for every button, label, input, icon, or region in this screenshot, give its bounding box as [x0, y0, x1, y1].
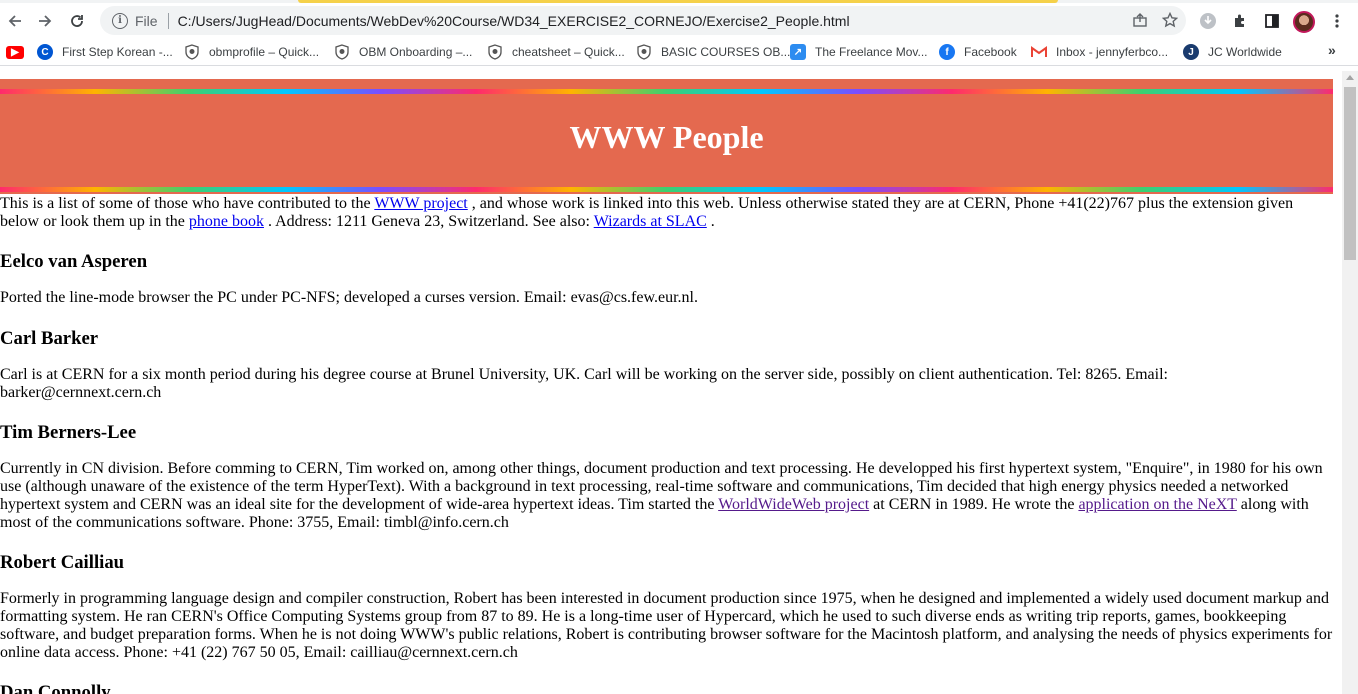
share-icon[interactable] [1132, 12, 1148, 32]
bookmark-youtube[interactable]: ▶ [6, 43, 33, 61]
shield-icon [334, 44, 350, 60]
address-bar[interactable]: i File C:/Users/JugHead/Documents/WebDev… [100, 6, 1186, 35]
facebook-icon: f [939, 44, 955, 60]
coursera-icon: C [37, 44, 53, 60]
page-content: This is a list of some of those who have… [0, 195, 1333, 694]
bookmark-label: First Step Korean -... [62, 45, 173, 59]
url-text[interactable]: C:/Users/JugHead/Documents/WebDev%20Cour… [178, 13, 850, 29]
rainbow-stripe-top [0, 89, 1333, 94]
bookmark-gmail-inbox[interactable]: Inbox - jennyferbco... [1031, 43, 1168, 61]
bookmark-basic-courses[interactable]: BASIC COURSES OB... [636, 43, 790, 61]
bookmark-label: Inbox - jennyferbco... [1056, 45, 1169, 59]
person-name: Tim Berners-Lee [0, 422, 137, 443]
bookmark-label: Facebook [964, 45, 1017, 59]
info-icon[interactable]: i [112, 12, 128, 29]
www-project-link[interactable]: WWW project [374, 195, 467, 212]
person-bio: Ported the line-mode browser the PC unde… [0, 289, 698, 306]
scrollbar-thumb[interactable] [1344, 87, 1356, 260]
title-banner: WWW People [0, 79, 1333, 194]
bookmark-label: The Freelance Mov... [815, 45, 928, 59]
jc-icon: J [1183, 44, 1199, 60]
intro-text: . [706, 213, 715, 230]
more-bookmarks-chevron-icon[interactable]: » [1328, 42, 1336, 58]
person-name: Robert Cailliau [0, 552, 125, 573]
gmail-icon [1031, 44, 1047, 60]
scroll-up-arrow-icon[interactable] [1346, 75, 1354, 80]
bookmark-label: OBM Onboarding –... [359, 45, 473, 59]
bookmark-obmprofile[interactable]: obmprofile – Quick... [184, 43, 319, 61]
person-name: Carl Barker [0, 328, 99, 349]
intro-paragraph: This is a list of some of those who have… [0, 195, 1333, 231]
person-bio: Currently in CN division. Before comming… [0, 460, 1333, 532]
bookmark-jc-worldwide[interactable]: J JC Worldwide [1183, 43, 1282, 61]
bookmarks-bar: ▶ C First Step Korean -... obmprofile – … [0, 38, 1358, 66]
vertical-scrollbar[interactable] [1342, 71, 1358, 694]
page-viewport: WWW People This is a list of some of tho… [0, 71, 1342, 694]
bookmark-cheatsheet[interactable]: cheatsheet – Quick... [487, 43, 625, 61]
shield-icon [184, 44, 200, 60]
bio-text: at CERN in 1989. He wrote the [869, 496, 1079, 513]
scheme-label: File [135, 12, 158, 29]
intro-text: . Address: 1211 Geneva 23, Switzerland. … [263, 213, 594, 230]
reload-icon[interactable] [64, 8, 90, 34]
bookmark-obm-onboarding[interactable]: OBM Onboarding –... [334, 43, 472, 61]
bookmark-star-icon[interactable] [1161, 11, 1179, 32]
kebab-menu-icon[interactable] [1328, 12, 1346, 30]
back-arrow-icon[interactable] [2, 8, 28, 34]
side-panel-icon[interactable] [1263, 12, 1281, 30]
wizards-at-slac-link[interactable]: Wizards at SLAC [594, 213, 707, 230]
intro-text: This is a list of some of those who have… [0, 195, 375, 212]
bookmark-first-step-korean[interactable]: C First Step Korean -... [37, 43, 173, 61]
browser-toolbar: i File C:/Users/JugHead/Documents/WebDev… [0, 3, 1358, 38]
address-separator [167, 12, 169, 29]
person-bio: Carl is at CERN for a six month period d… [0, 366, 1168, 401]
bookmark-label: cheatsheet – Quick... [512, 45, 625, 59]
bookmark-label: JC Worldwide [1208, 45, 1282, 59]
worldwideweb-project-link[interactable]: WorldWideWeb project [718, 496, 869, 513]
profile-avatar[interactable] [1293, 11, 1315, 33]
person-name: Eelco van Asperen [0, 251, 148, 272]
bookmark-freelance-movement[interactable]: ↗ The Freelance Mov... [790, 43, 928, 61]
freelance-icon: ↗ [790, 44, 806, 60]
bookmark-label: BASIC COURSES OB... [661, 45, 791, 59]
phone-book-link[interactable]: phone book [189, 213, 264, 230]
shield-icon [487, 44, 503, 60]
bookmark-facebook[interactable]: f Facebook [939, 43, 1017, 61]
download-icon[interactable] [1199, 12, 1217, 30]
rainbow-stripe-bottom [0, 187, 1333, 192]
bookmark-label: obmprofile – Quick... [209, 45, 320, 59]
application-on-next-link[interactable]: application on the NeXT [1078, 496, 1236, 513]
shield-icon [636, 44, 652, 60]
extensions-puzzle-icon[interactable] [1231, 12, 1249, 30]
person-bio: Formerly in programming language design … [0, 590, 1333, 661]
forward-arrow-icon[interactable] [32, 8, 58, 34]
person-name: Dan Connolly [0, 682, 111, 694]
page-title: WWW People [569, 119, 764, 155]
youtube-icon: ▶ [6, 45, 24, 59]
